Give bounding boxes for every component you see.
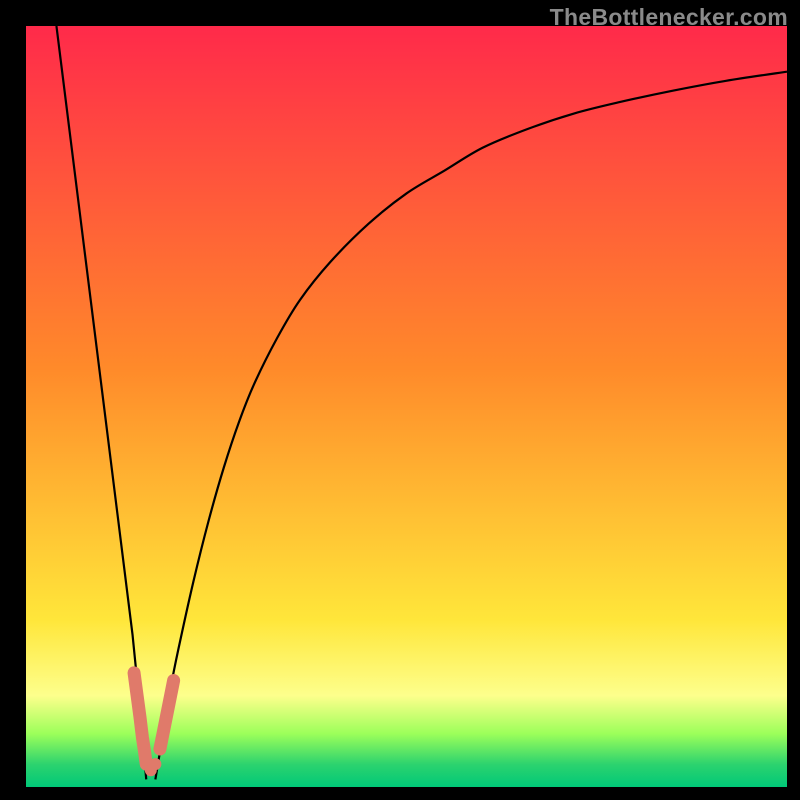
bottleneck-chart bbox=[26, 26, 787, 787]
watermark-text: TheBottlenecker.com bbox=[550, 4, 788, 31]
marker-dot bbox=[149, 758, 161, 770]
chart-frame bbox=[26, 26, 787, 787]
